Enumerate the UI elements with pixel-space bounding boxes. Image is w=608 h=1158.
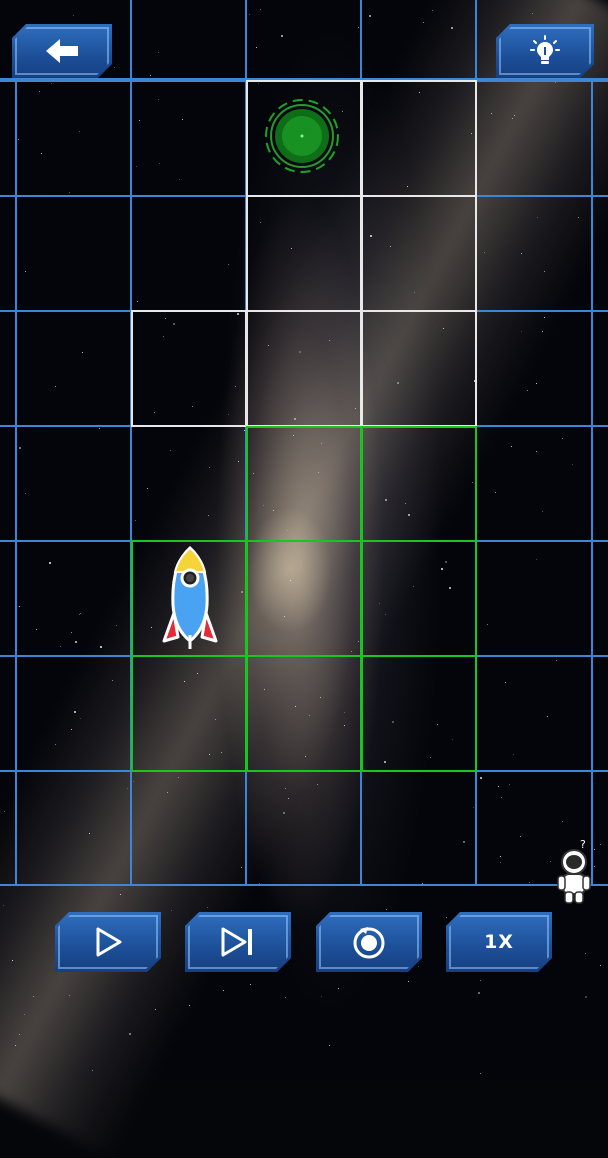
svg-text:?: ?: [580, 838, 586, 851]
reset-button[interactable]: [316, 912, 422, 972]
path-cell[interactable]: [246, 195, 362, 312]
back-button[interactable]: [12, 24, 112, 78]
path-cell[interactable]: [361, 80, 477, 197]
rocket-icon[interactable]: [160, 545, 220, 653]
path-cell[interactable]: [246, 310, 362, 427]
play-button[interactable]: [55, 912, 161, 972]
hint-button[interactable]: [496, 24, 594, 78]
play-icon: [91, 925, 125, 959]
grid-line: [591, 80, 593, 885]
reachable-cell[interactable]: [361, 655, 477, 772]
reachable-cell[interactable]: [246, 540, 362, 657]
grid-line: [0, 884, 608, 886]
path-cell[interactable]: [361, 310, 477, 427]
green-portal-icon: [262, 96, 342, 176]
arrow-left-icon: [42, 36, 82, 66]
reachable-cell[interactable]: [246, 426, 362, 542]
reachable-cell[interactable]: [361, 540, 477, 657]
step-forward-button[interactable]: [185, 912, 291, 972]
path-cell[interactable]: [361, 195, 477, 312]
reset-icon: [350, 923, 388, 961]
path-cell[interactable]: [131, 310, 247, 427]
speed-button[interactable]: 1X: [446, 912, 552, 972]
astronaut-icon[interactable]: ?: [554, 836, 598, 906]
reachable-cell[interactable]: [246, 655, 362, 772]
reachable-cell[interactable]: [361, 426, 477, 542]
step-forward-icon: [218, 925, 258, 959]
grid-line: [15, 80, 17, 885]
reachable-cell[interactable]: [131, 655, 247, 772]
speed-label: 1X: [484, 931, 514, 953]
lightbulb-icon: [528, 34, 562, 68]
